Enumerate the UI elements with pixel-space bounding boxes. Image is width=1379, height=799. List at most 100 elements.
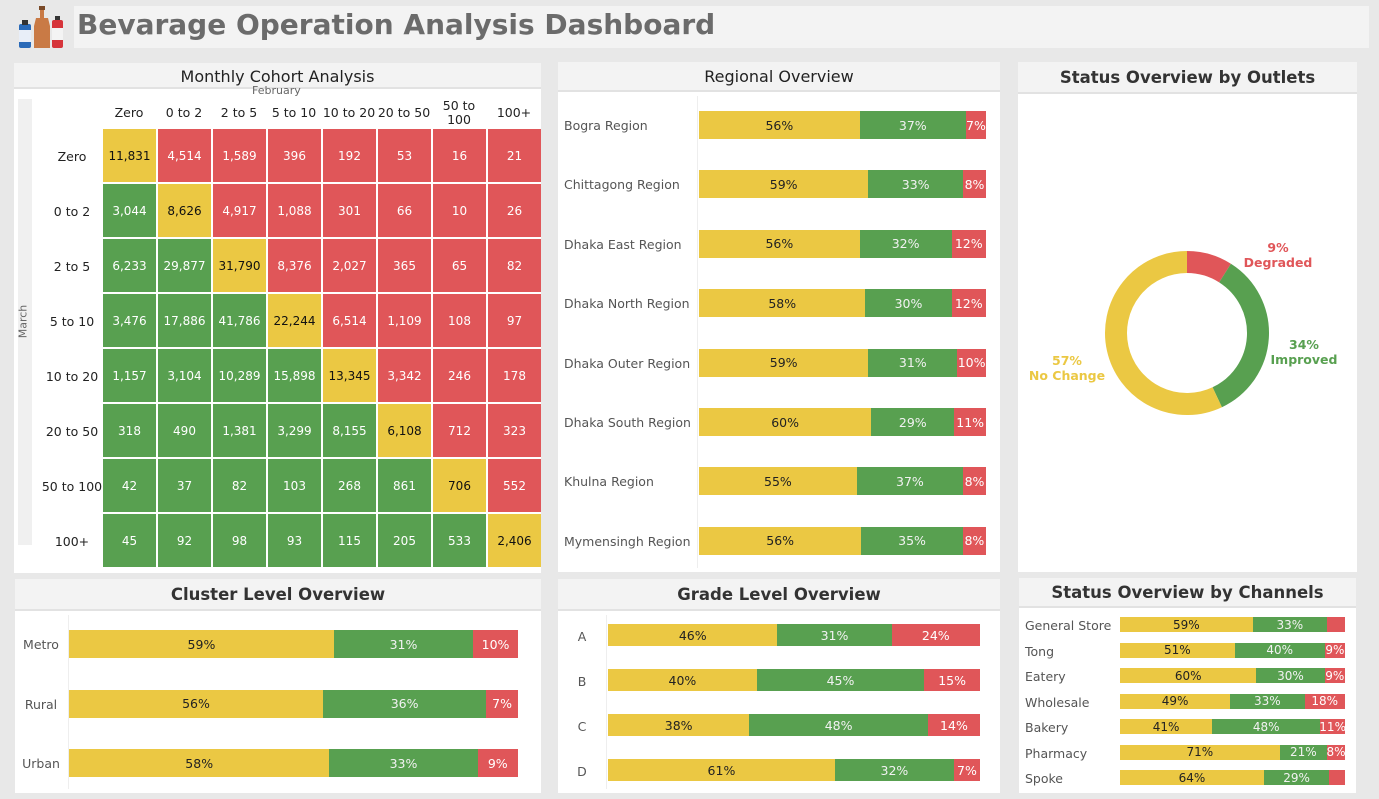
cohort-row-header-100: 100+ <box>54 534 90 549</box>
cohort-cell: 37 <box>158 459 211 512</box>
segment-improved: 32% <box>834 759 954 781</box>
segment-degraded: 9% <box>1324 668 1345 683</box>
segment-degraded: 8% <box>963 467 986 496</box>
no-change-arc <box>1105 251 1222 415</box>
stacked-bar: 59% 31% 10% <box>69 630 518 658</box>
segment-degraded: 11% <box>1320 719 1345 734</box>
improved-arc <box>1212 263 1269 408</box>
segment-degraded: 18% <box>1304 693 1345 709</box>
segment-no-change: 56% <box>699 526 862 555</box>
beverage-bottles-icon <box>14 4 66 50</box>
cohort-row-header-2-to-5: 2 to 5 <box>53 259 91 274</box>
cohort-cell: 861 <box>378 459 431 512</box>
segment-improved: 37% <box>856 467 964 496</box>
segment-improved: 48% <box>1212 719 1321 734</box>
cohort-cell: 82 <box>213 459 266 512</box>
cohort-cell: 16 <box>433 129 486 182</box>
segment-improved: 30% <box>865 289 952 318</box>
segment-improved: 31% <box>868 348 958 377</box>
degraded-arc <box>1186 251 1231 283</box>
stacked-bar: 58% 30% 12% <box>699 289 986 318</box>
bar-label-c: C <box>577 719 587 734</box>
cohort-row-header-0-to-2: 0 to 2 <box>53 204 91 219</box>
cohort-cell: 6,514 <box>323 294 376 347</box>
cohort-cell: 1,088 <box>268 184 321 237</box>
cluster-panel: Cluster Level Overview Metro 59% 31% 10% Rur… <box>15 579 541 793</box>
segment-improved: 29% <box>1264 770 1330 785</box>
segment-improved: 31% <box>333 630 474 658</box>
bar-label-spoke: Spoke <box>1025 771 1064 786</box>
segment-no-change: 56% <box>699 229 860 258</box>
regional-panel: Regional Overview Bogra Region 56% 37% 7% Ch… <box>558 62 1000 572</box>
cohort-col-axis-label: February <box>252 84 301 97</box>
segment-degraded: 8% <box>962 526 986 555</box>
bar-label-khulna-region: Khulna Region <box>564 474 654 490</box>
bar-label-dhaka-east-region: Dhaka East Region <box>564 236 682 252</box>
segment-improved: 48% <box>749 714 928 736</box>
segment-no-change: 59% <box>1120 617 1253 632</box>
grade-axis-line <box>606 615 607 789</box>
cohort-cell: 97 <box>488 294 541 347</box>
cohort-cell: 2,406 <box>488 514 541 567</box>
cohort-cell: 10,289 <box>213 349 266 402</box>
segment-improved: 31% <box>777 624 892 646</box>
stacked-bar: 51% 40% 9% <box>1120 642 1345 658</box>
cohort-panel: Monthly Cohort Analysis February March Z… <box>14 63 541 573</box>
stacked-bar: 71% 21% 8% <box>1120 744 1345 760</box>
cohort-col-header-10-to-20: 10 to 20 <box>322 105 376 120</box>
stacked-bar: 56% 35% 8% <box>699 526 986 555</box>
cohort-cell: 11,831 <box>103 129 156 182</box>
segment-no-change: 49% <box>1120 693 1231 709</box>
segment-degraded: 10% <box>957 348 986 377</box>
cohort-col-header-5-to-10: 5 to 10 <box>271 105 317 120</box>
segment-degraded: 7% <box>953 759 980 781</box>
stacked-bar: 40% 45% 15% <box>608 669 980 691</box>
cohort-cell: 6,108 <box>378 404 431 457</box>
stacked-bar: 60% 30% 9% <box>1120 668 1345 683</box>
cohort-cell: 42 <box>103 459 156 512</box>
segment-improved: 21% <box>1279 744 1327 760</box>
segment-degraded: 12% <box>951 229 986 258</box>
cohort-cell: 4,917 <box>213 184 266 237</box>
segment-no-change: 59% <box>699 348 869 377</box>
segment-no-change: 56% <box>69 689 323 718</box>
cohort-cell: 41,786 <box>213 294 266 347</box>
bar-label-tong: Tong <box>1025 643 1055 659</box>
segment-improved: 37% <box>859 111 966 139</box>
stacked-bar: 49% 33% 18% <box>1120 693 1345 709</box>
cohort-cell: 178 <box>488 349 541 402</box>
stacked-bar: 38% 48% 14% <box>608 714 980 736</box>
segment-improved: 40% <box>1234 642 1325 658</box>
cluster-title: Cluster Level Overview <box>15 579 541 611</box>
bar-label-eatery: Eatery <box>1025 669 1066 684</box>
cohort-col-header-2-to-5: 2 to 5 <box>220 105 258 120</box>
cohort-cell: 396 <box>268 129 321 182</box>
cohort-row-axis-label: March <box>16 304 30 339</box>
cohort-cell: 552 <box>488 459 541 512</box>
bar-label-pharmacy: Pharmacy <box>1025 745 1088 761</box>
cohort-cell: 26 <box>488 184 541 237</box>
segment-no-change: 60% <box>699 408 872 436</box>
segment-improved: 36% <box>322 689 487 718</box>
improved-percent: 34% <box>1289 337 1319 352</box>
stacked-bar: 58% 33% 9% <box>69 749 518 777</box>
cohort-cell: 66 <box>378 184 431 237</box>
cohort-col-header-50-to-100: 50 to 100 <box>442 98 476 127</box>
cohort-cell: 2,027 <box>323 239 376 292</box>
bar-label-bakery: Bakery <box>1025 720 1069 735</box>
cohort-cell: 3,476 <box>103 294 156 347</box>
cohort-col-header-100: 100+ <box>496 105 532 120</box>
cohort-row-header-50-to-100: 50 to 100 <box>41 479 103 494</box>
segment-improved: 35% <box>861 526 963 555</box>
cohort-cell: 8,376 <box>268 239 321 292</box>
cohort-cell: 8,155 <box>323 404 376 457</box>
segment-no-change: 60% <box>1120 668 1257 683</box>
cohort-cell: 21 <box>488 129 541 182</box>
cohort-cell: 365 <box>378 239 431 292</box>
channels-panel: Status Overview by Channels General Stor… <box>1019 578 1356 793</box>
segment-degraded: 9% <box>477 749 518 777</box>
segment-degraded: 8% <box>963 170 986 199</box>
cohort-cell: 8,626 <box>158 184 211 237</box>
bar-label-urban: Urban <box>22 756 60 771</box>
degraded-name: Degraded <box>1243 255 1313 270</box>
